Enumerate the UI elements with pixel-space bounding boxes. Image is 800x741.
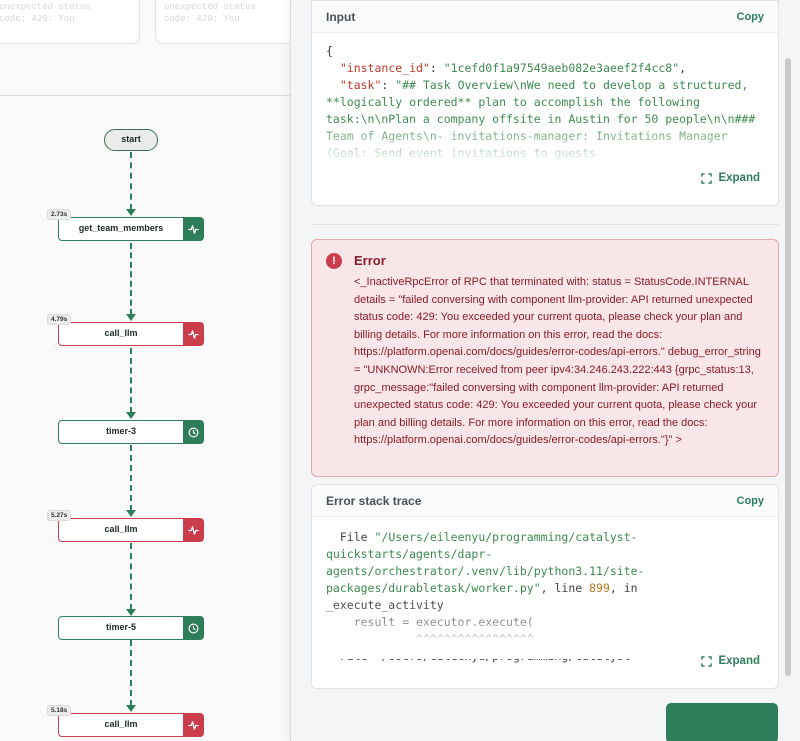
- copy-input-button[interactable]: Copy: [737, 11, 765, 23]
- error-message: <_InactiveRpcError of RPC that terminate…: [354, 276, 761, 447]
- trace-code-line: result = executor.execute(: [326, 615, 534, 629]
- trace-line-text: , line: [540, 581, 590, 595]
- error-title: Error: [354, 253, 386, 268]
- edge-connector: [130, 243, 132, 315]
- expand-stack-trace-button[interactable]: Expand: [701, 655, 760, 667]
- node-label: call_llm: [104, 524, 138, 534]
- trace-caret-line: ^^^^^^^^^^^^^^^^^: [326, 632, 534, 646]
- node-label: get_team_members: [78, 223, 164, 233]
- duration-badge: 2.73s: [47, 209, 72, 220]
- edge-arrowhead: [126, 510, 136, 517]
- trace-file-prefix: File: [326, 530, 375, 544]
- duration-badge: 4.79s: [47, 314, 72, 325]
- previous-card: unexpected status code: 429: You: [155, 0, 292, 44]
- edge-connector: [130, 640, 132, 706]
- json-key-instance-id: "instance_id": [339, 61, 430, 75]
- detail-panel: Input Copy { "instance_id": "1cefd0f1a97…: [290, 0, 800, 741]
- error-alert-icon: !: [326, 253, 342, 269]
- trace-line-number: 899: [589, 581, 610, 595]
- activity-icon: [183, 519, 203, 541]
- ghost-text: unexpected status: [0, 2, 91, 12]
- node-label: timer-5: [105, 622, 136, 632]
- workflow-node-timer-5[interactable]: timer-5: [58, 616, 204, 640]
- input-card-title: Input: [326, 9, 356, 24]
- trace-next-line: File "/Users/eileenyu/programming/cataly…: [326, 649, 638, 663]
- activity-icon: [183, 323, 203, 345]
- node-label: call_llm: [104, 328, 138, 338]
- workflow-node-call-llm[interactable]: 4.79s call_llm: [47, 314, 204, 346]
- stack-trace-header: Error stack trace Copy: [312, 485, 778, 517]
- stack-trace-card: Error stack trace Copy File "/Users/eile…: [311, 484, 779, 689]
- json-value-instance-id: "1cefd0f1a97549aeb082e3aeef2f4cc8": [443, 61, 680, 75]
- input-card: Input Copy { "instance_id": "1cefd0f1a97…: [311, 0, 779, 206]
- expand-label: Expand: [718, 655, 760, 667]
- node-label: timer-3: [105, 426, 136, 436]
- expand-icon: [701, 172, 713, 184]
- copy-stack-trace-button[interactable]: Copy: [737, 495, 765, 507]
- edge-connector: [130, 152, 132, 210]
- expand-label: Expand: [718, 172, 760, 184]
- workflow-node-call-llm[interactable]: 5.27s call_llm: [47, 510, 204, 542]
- previous-card: unexpected status code: 429: You: [0, 0, 140, 44]
- ghost-text: unexpected status: [164, 2, 256, 12]
- workflow-node-get-team-members[interactable]: 2.73s get_team_members: [47, 209, 204, 241]
- workflow-node-call-llm[interactable]: 5.18s call_llm: [47, 705, 204, 737]
- error-alert: ! Error <_InactiveRpcError of RPC that t…: [311, 239, 779, 477]
- trace-in-text: , in: [609, 581, 638, 595]
- scrollbar-thumb[interactable]: [785, 58, 791, 676]
- edge-connector: [130, 445, 132, 511]
- json-brace: {: [326, 44, 333, 58]
- canvas-grid: [0, 96, 292, 741]
- edge-arrowhead: [126, 314, 136, 321]
- start-node[interactable]: start: [104, 129, 158, 151]
- expand-input-button[interactable]: Expand: [701, 172, 760, 184]
- workflow-node-timer-3[interactable]: timer-3: [58, 420, 204, 444]
- node-label: call_llm: [104, 719, 138, 729]
- stack-trace-title: Error stack trace: [326, 493, 422, 508]
- edge-connector: [130, 543, 132, 610]
- section-divider: [311, 224, 779, 225]
- edge-connector: [130, 348, 132, 413]
- workflow-canvas[interactable]: unexpected status code: 429: You unexpec…: [0, 0, 292, 741]
- edge-arrowhead: [126, 609, 136, 616]
- trace-function-name: _execute_activity: [326, 598, 444, 612]
- clock-icon: [183, 617, 203, 639]
- activity-icon: [183, 218, 203, 240]
- primary-action-button[interactable]: [666, 703, 778, 741]
- edge-arrowhead: [126, 412, 136, 419]
- ghost-text: code: 429: You: [164, 14, 240, 24]
- duration-badge: 5.27s: [47, 510, 72, 521]
- clock-icon: [183, 421, 203, 443]
- edge-arrowhead: [126, 209, 136, 216]
- stack-trace-code: File "/Users/eileenyu/programming/cataly…: [312, 517, 778, 665]
- input-json: { "instance_id": "1cefd0f1a97549aeb082e3…: [326, 44, 763, 160]
- expand-icon: [701, 655, 713, 667]
- input-card-header: Input Copy: [312, 1, 778, 33]
- ghost-text: code: 429: You: [0, 14, 75, 24]
- activity-icon: [183, 714, 203, 736]
- duration-badge: 5.18s: [47, 705, 72, 716]
- edge-arrowhead: [126, 705, 136, 712]
- json-key-task: "task": [339, 78, 382, 92]
